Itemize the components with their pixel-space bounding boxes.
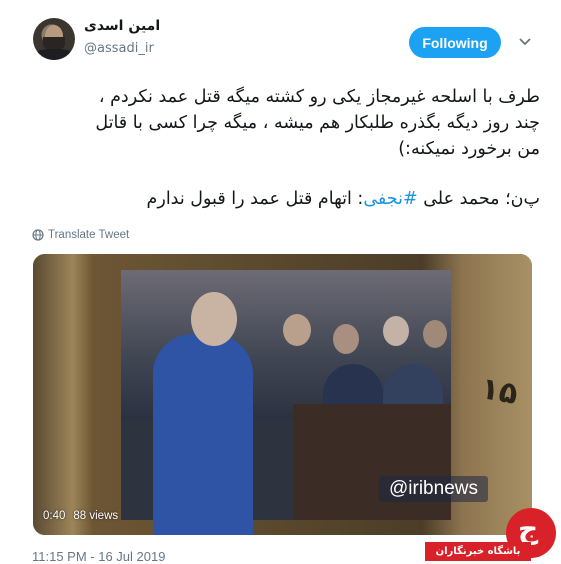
hashtag-link[interactable]: #نجفی [363,189,417,209]
tweet-line-3: من برخورد نمیکنه:) [398,139,540,159]
watermark-glyph: ج [518,512,539,545]
tweet-line-1: طرف با اسلحه غیرمجاز یکی رو کشته میگه قت… [98,87,540,107]
video-stats: 0:40 88 views [43,510,118,522]
video-player[interactable]: ۱۵ @iribnews 0:40 88 views [33,254,532,535]
author-avatar[interactable] [33,18,75,60]
translate-tweet-link[interactable]: Translate Tweet [32,229,129,241]
watermark-label: باشگاه خبرنگاران [425,542,531,561]
video-brand-watermark: @iribnews [379,476,488,502]
tweet-line-2: چند روز دیگه بگذره طلبکار هم میشه ، میگه… [95,113,540,133]
globe-icon [32,229,44,241]
video-frame-number: ۱۵ [478,371,521,412]
video-duration: 0:40 [43,510,66,522]
speaker-figure [153,334,253,535]
tweet-text: طرف با اسلحه غیرمجاز یکی رو کشته میگه قت… [30,84,540,212]
translate-tweet-label[interactable]: Translate Tweet [48,229,129,241]
video-views: 88 views [73,510,119,522]
tweet-ps-prefix: پ‌ن؛ محمد علی [417,189,540,209]
tweet-paragraph-2: پ‌ن؛ محمد علی #نجفی: اتهام قتل عمد را قب… [30,186,540,212]
tweet-ps-suffix: : اتهام قتل عمد را قبول ندارم [146,189,364,209]
author-handle[interactable]: @assadi_ir [84,41,154,56]
tweet-timestamp[interactable]: 11:15 PM - 16 Jul 2019 [32,549,165,564]
author-name[interactable]: امین اسدی [84,18,160,34]
following-button[interactable]: Following [409,27,501,58]
chevron-down-icon[interactable] [517,33,533,49]
